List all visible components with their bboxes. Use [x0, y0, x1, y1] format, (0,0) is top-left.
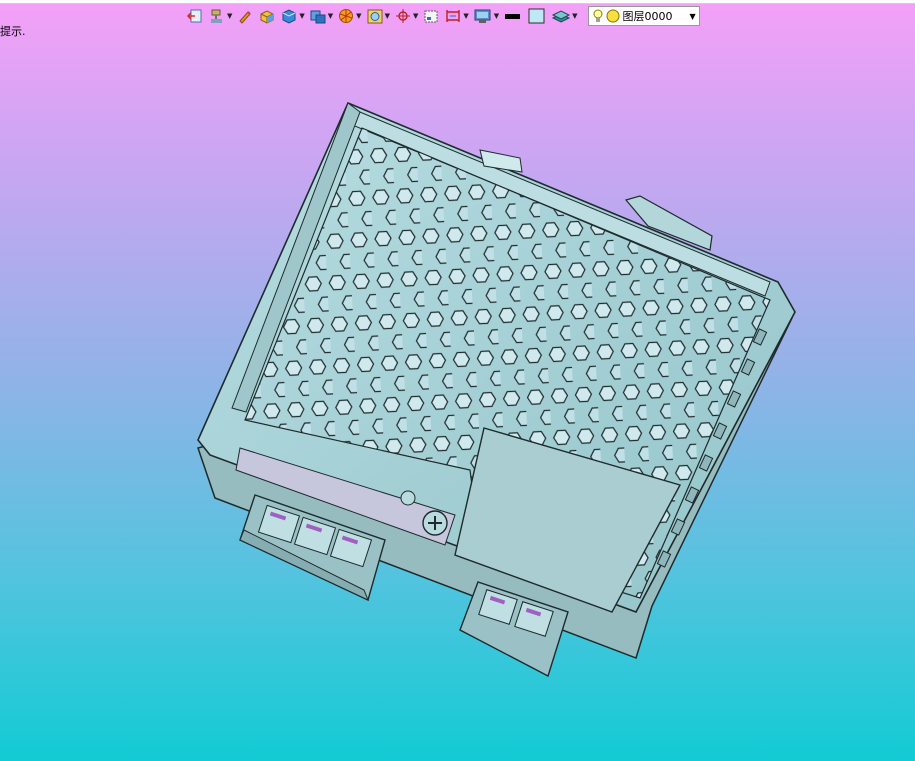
3d-model-viewport[interactable]	[0, 0, 915, 761]
